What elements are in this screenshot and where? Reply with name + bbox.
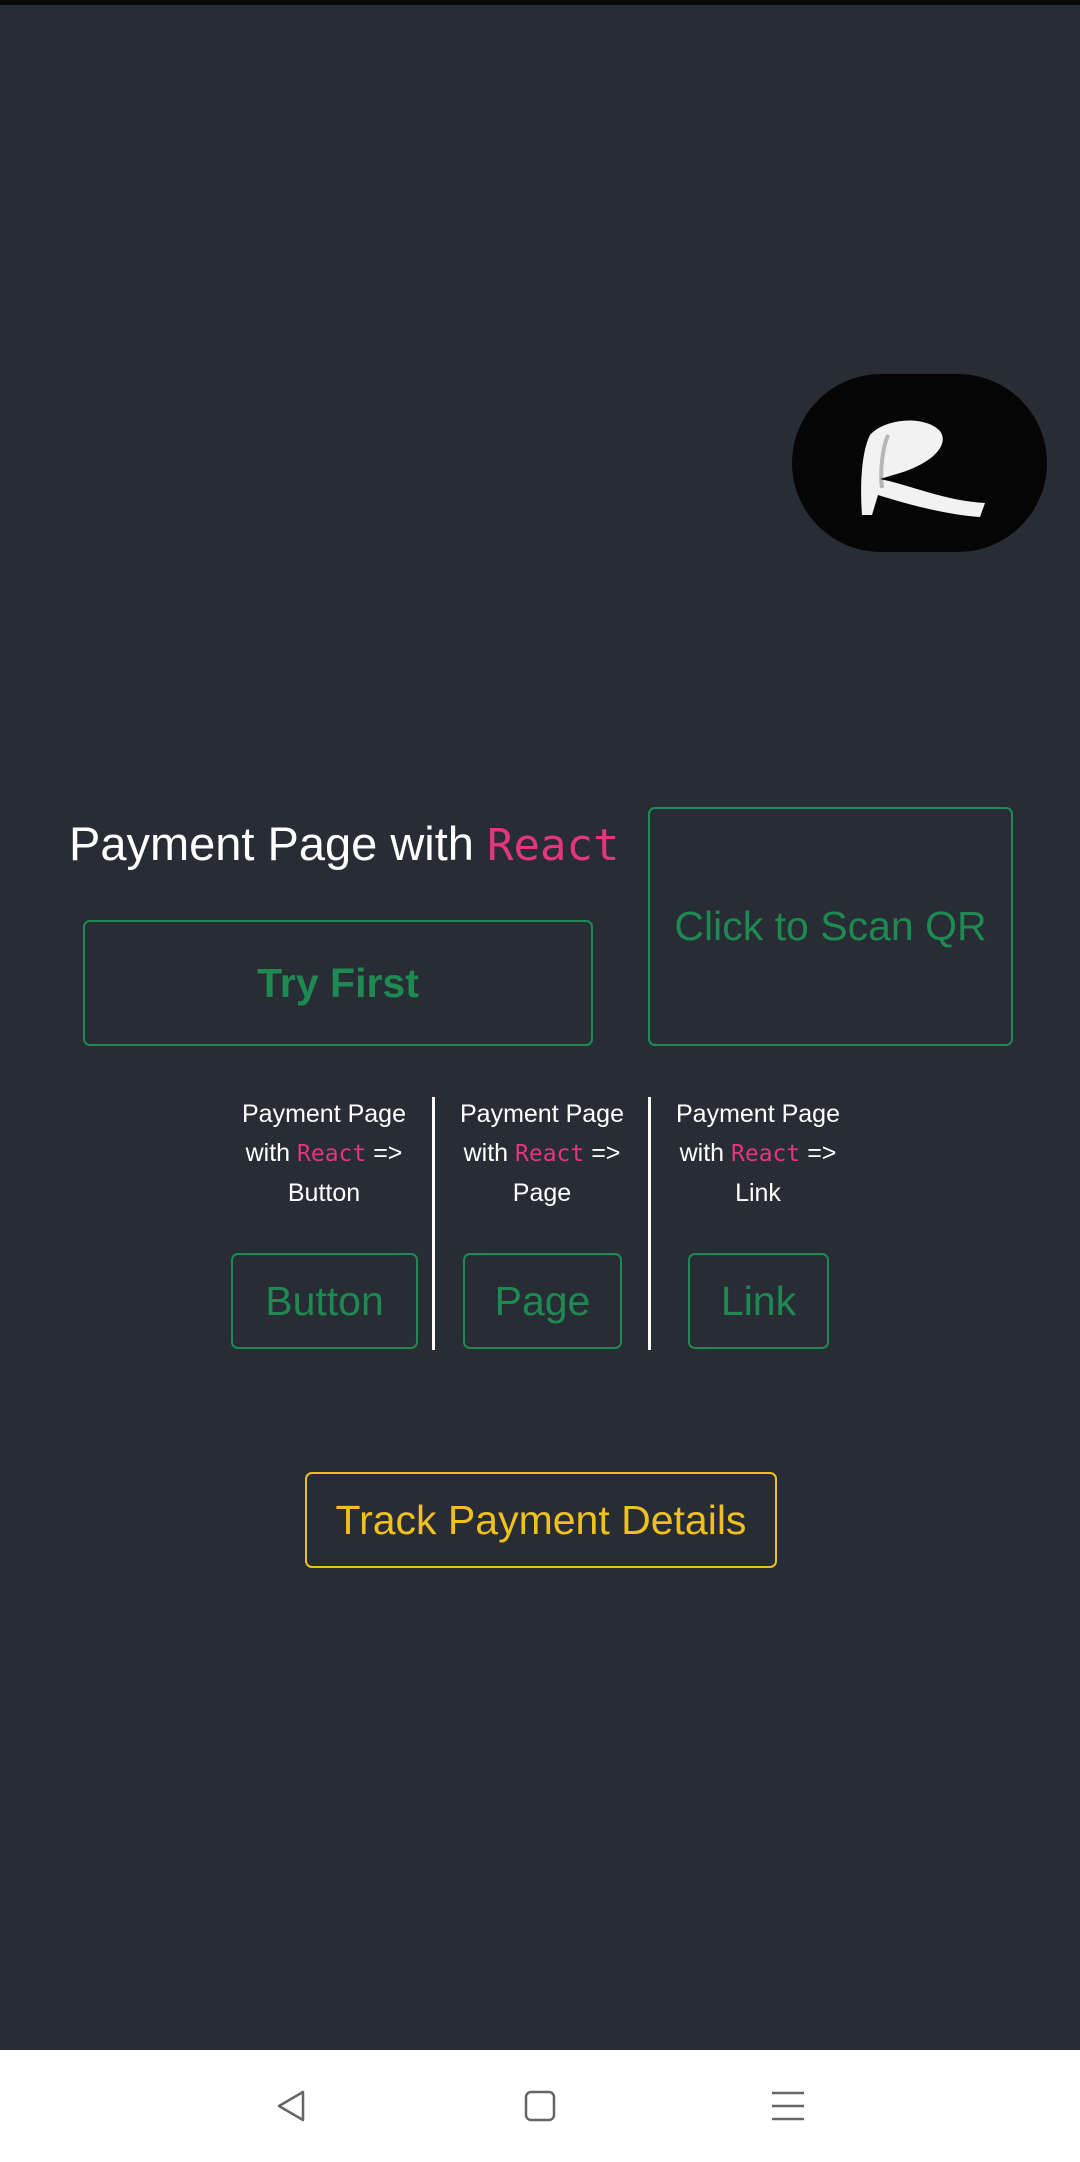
system-navigation-bar [0, 2050, 1080, 2162]
rc-logo [792, 374, 1047, 552]
menu-button[interactable] [756, 2074, 820, 2138]
menu-lines-icon [772, 2091, 804, 2121]
column-divider [432, 1097, 435, 1350]
home-button[interactable] [508, 2074, 572, 2138]
back-button[interactable] [259, 2074, 323, 2138]
status-strip [0, 0, 1080, 5]
column-kind: Link [735, 1179, 781, 1207]
button-demo-button[interactable]: Button [231, 1253, 418, 1349]
column-divider [648, 1097, 651, 1350]
page-demo-button[interactable]: Page [463, 1253, 622, 1349]
column-line: with React => [463, 1139, 621, 1167]
column-kind: Button [287, 1179, 361, 1207]
column-description-link: Payment Page with React => Link [658, 1095, 858, 1213]
page-title: Payment Page with React [69, 812, 619, 876]
column-description-page: Payment Page with React => Page [442, 1095, 642, 1213]
column-line: Payment Page [242, 1100, 406, 1128]
link-demo-button[interactable]: Link [688, 1253, 829, 1349]
title-code: React [487, 820, 620, 871]
rc-logo-icon [860, 420, 985, 517]
column-line: Payment Page [460, 1100, 624, 1128]
back-triangle-icon [277, 2090, 305, 2122]
column-kind: Page [512, 1179, 572, 1207]
column-description-button: Payment Page with React => Button [224, 1095, 424, 1213]
column-line: with React => [679, 1139, 837, 1167]
home-square-icon [524, 2090, 556, 2122]
track-payment-button[interactable]: Track Payment Details [305, 1472, 777, 1568]
column-line: Payment Page [676, 1100, 840, 1128]
scan-qr-button[interactable]: Click to Scan QR [648, 807, 1013, 1046]
title-prefix: Payment Page with [69, 817, 487, 870]
column-line: with React => [245, 1139, 403, 1167]
try-first-button[interactable]: Try First [83, 920, 593, 1046]
